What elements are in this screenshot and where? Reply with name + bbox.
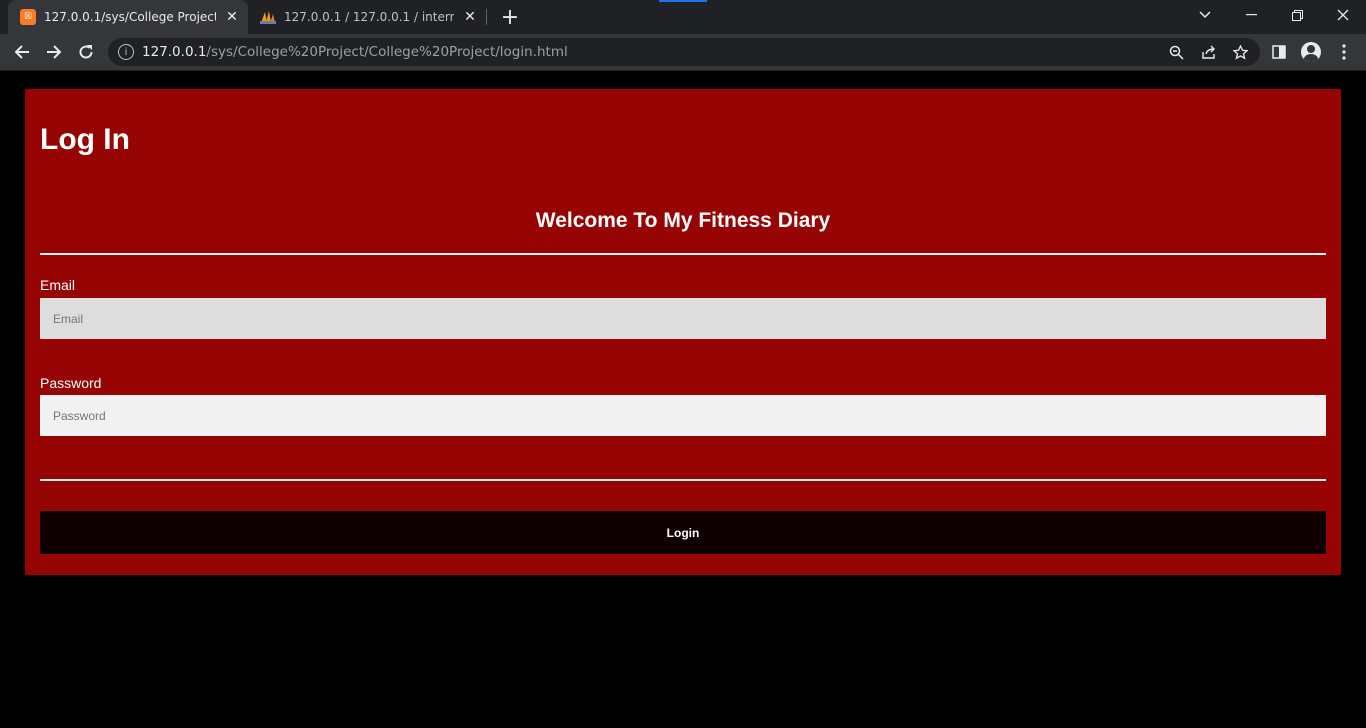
phpmyadmin-icon [260, 9, 276, 25]
tab-search-icon[interactable] [1182, 0, 1228, 30]
password-input[interactable] [40, 395, 1326, 436]
tab-strip-accent [659, 0, 707, 2]
tab-separator [486, 9, 487, 25]
close-tab-icon[interactable]: ✕ [462, 9, 478, 25]
tab-login-page[interactable]: ☒ 127.0.0.1/sys/College Project/Col ✕ [8, 0, 248, 34]
login-card: Log In Welcome To My Fitness Diary Email… [25, 89, 1341, 575]
divider-bottom [40, 479, 1326, 481]
new-tab-button[interactable]: + [498, 5, 522, 30]
menu-kebab-icon[interactable] [1330, 38, 1358, 66]
back-button[interactable] [8, 38, 36, 66]
welcome-heading: Welcome To My Fitness Diary [535, 209, 831, 232]
reload-button[interactable] [72, 38, 100, 66]
page-title: Log In [40, 123, 130, 156]
login-button[interactable]: Login [40, 511, 1326, 554]
email-label: Email [40, 277, 76, 293]
divider-top [40, 253, 1326, 255]
address-bar[interactable]: i 127.0.0.1/sys/College%20Project/Colleg… [108, 38, 1260, 66]
minimize-button[interactable] [1228, 0, 1274, 30]
forward-button[interactable] [40, 38, 68, 66]
xampp-icon: ☒ [20, 9, 36, 25]
email-input[interactable] [40, 298, 1326, 339]
close-window-button[interactable] [1320, 0, 1366, 30]
url-path: /sys/College%20Project/College%20Project… [206, 44, 568, 60]
tab-strip: ☒ 127.0.0.1/sys/College Project/Col ✕ 12… [0, 0, 1366, 34]
url-text: 127.0.0.1/sys/College%20Project/College%… [142, 44, 568, 60]
site-info-icon[interactable]: i [118, 44, 134, 60]
restore-button[interactable] [1274, 0, 1320, 30]
browser-toolbar: i 127.0.0.1/sys/College%20Project/Colleg… [0, 34, 1366, 71]
tab-title: 127.0.0.1 / 127.0.0.1 / internetpro [284, 10, 454, 24]
share-icon[interactable] [1200, 44, 1216, 60]
profile-avatar-icon[interactable] [1297, 38, 1325, 66]
side-panel-icon[interactable] [1265, 38, 1293, 66]
zoom-icon[interactable] [1168, 44, 1184, 60]
close-tab-icon[interactable]: ✕ [224, 9, 240, 25]
url-host: 127.0.0.1 [142, 44, 207, 60]
bookmark-star-icon[interactable] [1232, 44, 1248, 60]
password-label: Password [40, 375, 102, 391]
tab-title: 127.0.0.1/sys/College Project/Col [44, 10, 216, 24]
tab-phpmyadmin[interactable]: 127.0.0.1 / 127.0.0.1 / internetpro ✕ [248, 0, 486, 34]
page-viewport: Log In Welcome To My Fitness Diary Email… [0, 71, 1366, 728]
